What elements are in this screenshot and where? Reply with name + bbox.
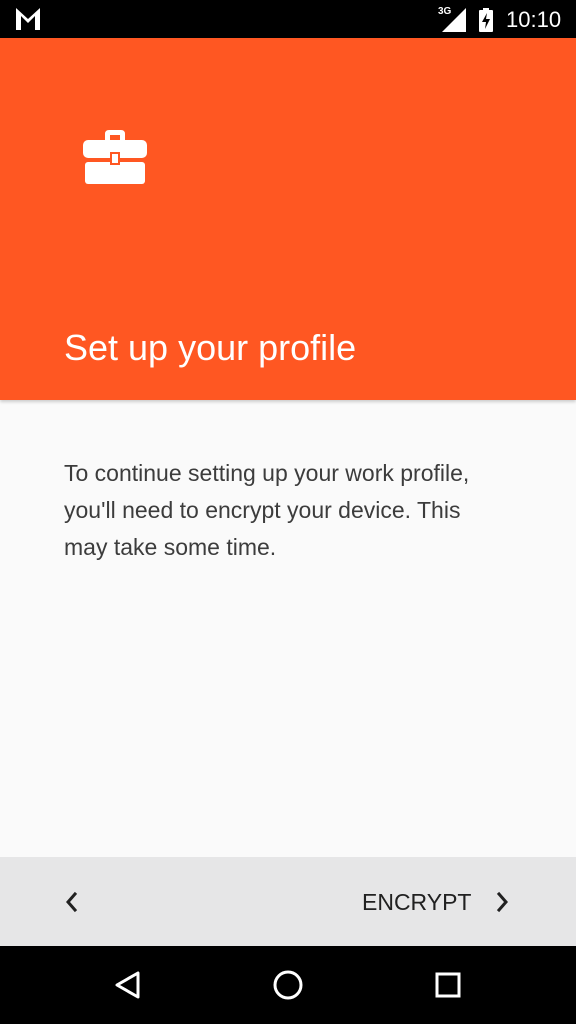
briefcase-icon (83, 130, 147, 184)
home-circle-icon (273, 970, 303, 1000)
setup-header: Set up your profile (0, 38, 576, 400)
cellular-signal: 3G (438, 6, 466, 32)
battery-charging-icon (479, 8, 493, 32)
screen: 3G 10:10 Set up your profile To continue… (0, 0, 576, 1024)
cellular-signal-icon (442, 8, 466, 32)
system-nav-bar (0, 946, 576, 1024)
status-bar: 3G 10:10 (0, 0, 576, 38)
setup-nav-bar: ENCRYPT (0, 857, 576, 946)
chevron-right-icon (496, 891, 508, 913)
encrypt-button-label: ENCRYPT (362, 889, 472, 915)
chevron-left-icon (66, 891, 78, 913)
page-title: Set up your profile (64, 327, 357, 368)
status-clock: 10:10 (506, 7, 562, 32)
back-button[interactable] (48, 879, 96, 925)
back-triangle-icon (115, 971, 140, 999)
encrypt-message: To continue setting up your work profile… (64, 460, 470, 560)
content-area: To continue setting up your work profile… (0, 400, 576, 857)
gmail-notification-icon (16, 8, 40, 30)
encrypt-button[interactable]: ENCRYPT (350, 879, 530, 925)
system-back-button[interactable] (108, 965, 148, 1005)
system-home-button[interactable] (268, 965, 308, 1005)
recents-square-icon (435, 972, 461, 998)
system-recents-button[interactable] (428, 965, 468, 1005)
